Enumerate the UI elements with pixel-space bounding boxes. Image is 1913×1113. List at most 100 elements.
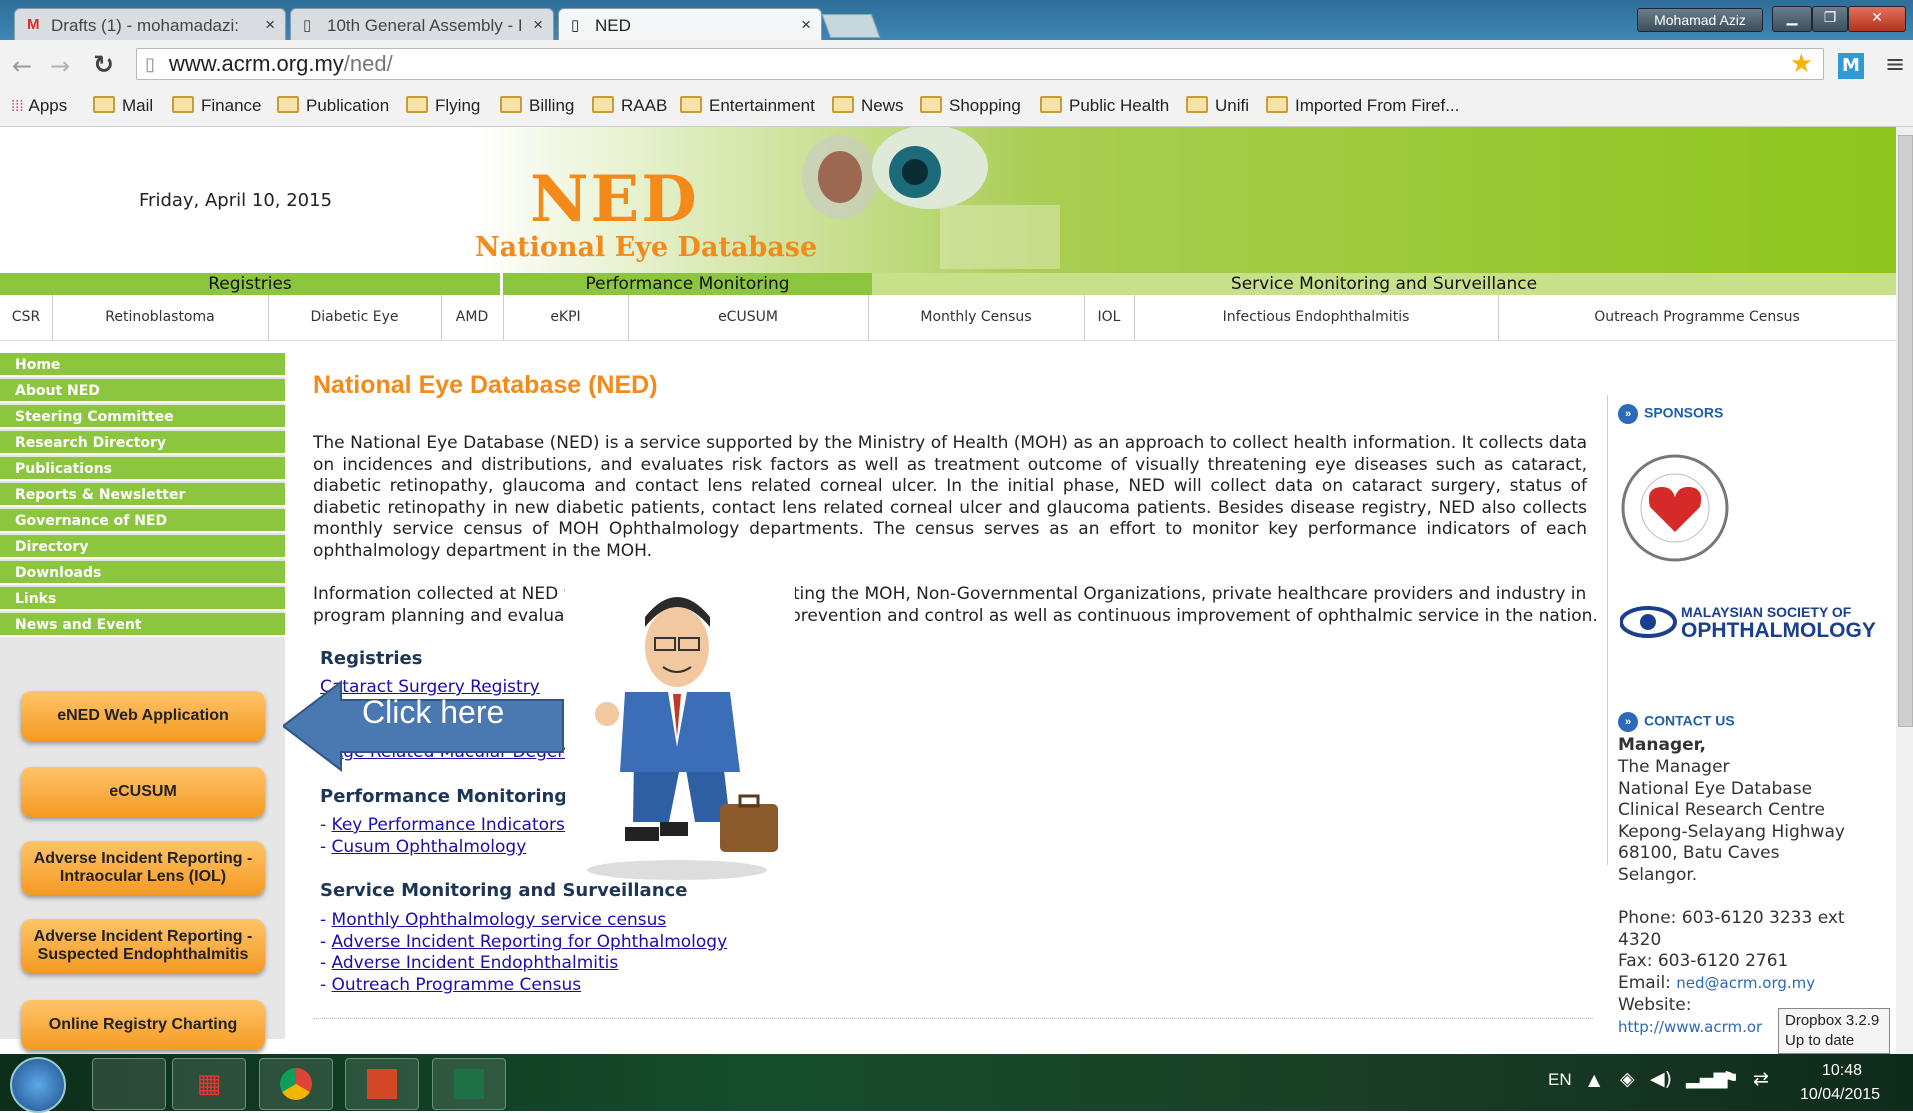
ened-web-app-button[interactable]: eNED Web Application bbox=[21, 691, 265, 741]
apps-grid-icon[interactable]: ▦ bbox=[172, 1058, 246, 1110]
star-bookmark-icon[interactable]: ★ bbox=[1790, 48, 1813, 78]
submenu-iol[interactable]: IOL bbox=[1084, 295, 1135, 340]
address-bar[interactable]: ▯ www.acrm.org.my/ned/ ★ bbox=[136, 48, 1824, 80]
nav-about-ned[interactable]: About NED bbox=[0, 379, 285, 403]
submenu-retinoblastoma[interactable]: Retinoblastoma bbox=[52, 295, 269, 340]
minimize-button[interactable]: ▁ bbox=[1772, 6, 1812, 32]
nav-links[interactable]: Links bbox=[0, 587, 285, 611]
scrollbar-thumb[interactable] bbox=[1898, 135, 1913, 727]
close-icon[interactable]: × bbox=[265, 15, 275, 35]
maximize-button[interactable]: ❐ bbox=[1812, 6, 1848, 32]
link-kpi[interactable]: - Key Performance Indicators ( bbox=[320, 815, 577, 835]
clock-date[interactable]: 10/04/2015 bbox=[1800, 1086, 1880, 1104]
submenu-monthly-census[interactable]: Monthly Census bbox=[868, 295, 1085, 340]
chevron-right-icon: » bbox=[1618, 404, 1638, 424]
online-registry-charting-button[interactable]: Online Registry Charting bbox=[21, 1000, 265, 1050]
bookmark-raab[interactable]: RAAB bbox=[592, 96, 667, 116]
tray-expand-icon[interactable]: ▲ bbox=[1588, 1070, 1600, 1089]
submenu-outreach-census[interactable]: Outreach Programme Census bbox=[1498, 295, 1896, 340]
contact-address-4: Kepong-Selayang Highway bbox=[1618, 822, 1845, 842]
bookmark-billing[interactable]: Billing bbox=[500, 96, 574, 116]
nav-reports-newsletter[interactable]: Reports & Newsletter bbox=[0, 483, 285, 507]
submenu-csr[interactable]: CSR bbox=[0, 295, 53, 340]
bookmark-finance[interactable]: Finance bbox=[172, 96, 261, 116]
link-monthly-census[interactable]: - Monthly Ophthalmology service census bbox=[320, 910, 666, 930]
menu-registries[interactable]: Registries bbox=[0, 273, 500, 295]
new-tab-button[interactable] bbox=[821, 14, 881, 38]
close-icon[interactable]: × bbox=[533, 15, 543, 35]
volume-icon[interactable]: ◀) bbox=[1650, 1068, 1672, 1090]
nav-home[interactable]: Home bbox=[0, 353, 285, 377]
nav-steering-committee[interactable]: Steering Committee bbox=[0, 405, 285, 429]
section-registries-heading: Registries bbox=[320, 648, 423, 669]
folder-icon bbox=[592, 96, 614, 113]
link-adverse-incident-ophthalmology[interactable]: - Adverse Incident Reporting for Ophthal… bbox=[320, 932, 727, 952]
link-cusum[interactable]: - Cusum Ophthalmology bbox=[320, 837, 526, 857]
windows-explorer-icon[interactable] bbox=[92, 1058, 166, 1110]
nav-publications[interactable]: Publications bbox=[0, 457, 285, 481]
forward-arrow-icon[interactable]: → bbox=[50, 52, 70, 80]
section-performance-heading: Performance Monitoring bbox=[320, 786, 568, 807]
tab-gmail[interactable]: M Drafts (1) - mohamadazi: × bbox=[14, 8, 286, 40]
sync-icon[interactable]: ⇄ bbox=[1753, 1068, 1769, 1090]
bookmark-flying[interactable]: Flying bbox=[406, 96, 480, 116]
nav-directory[interactable]: Directory bbox=[0, 535, 285, 559]
menu-service-monitoring[interactable]: Service Monitoring and Surveillance bbox=[872, 273, 1896, 295]
click-here-label[interactable]: Click here bbox=[362, 694, 504, 731]
folder-icon bbox=[406, 96, 428, 113]
language-indicator[interactable]: EN bbox=[1548, 1070, 1572, 1090]
folder-icon bbox=[93, 96, 115, 113]
clock-time[interactable]: 10:48 bbox=[1822, 1062, 1862, 1080]
reload-icon[interactable]: ↻ bbox=[93, 50, 114, 79]
ecusum-button[interactable]: eCUSUM bbox=[21, 767, 265, 817]
chrome-icon[interactable] bbox=[259, 1058, 333, 1110]
nav-research-directory[interactable]: Research Directory bbox=[0, 431, 285, 455]
bookmark-news[interactable]: News bbox=[832, 96, 904, 116]
start-button[interactable] bbox=[10, 1057, 66, 1113]
adverse-incident-iol-button[interactable]: Adverse Incident Reporting - Intraocular… bbox=[21, 841, 265, 895]
submenu-diabetic-eye[interactable]: Diabetic Eye bbox=[268, 295, 442, 340]
window-titlebar bbox=[0, 0, 1913, 40]
tab-ned[interactable]: ▯ NED × bbox=[558, 8, 822, 40]
page-icon: ▯ bbox=[571, 17, 580, 34]
mso-eye-logo-icon[interactable] bbox=[1620, 600, 1678, 640]
tab-general-assembly[interactable]: ▯ 10th General Assembly - I × bbox=[290, 8, 554, 40]
powerpoint-icon[interactable] bbox=[345, 1058, 419, 1110]
bookmark-unifi[interactable]: Unifi bbox=[1186, 96, 1249, 116]
info-para-left-2: program planning and evaluatic bbox=[313, 606, 586, 626]
bookmark-mail[interactable]: Mail bbox=[93, 96, 153, 116]
info-para-right-2: prevention and control as well as contin… bbox=[790, 606, 1598, 626]
submenu-infectious-endophthalmitis[interactable]: Infectious Endophthalmitis bbox=[1134, 295, 1499, 340]
bookmark-apps[interactable]: ⁞⁞⁞ Apps bbox=[11, 96, 67, 116]
adverse-incident-endophthalmitis-button[interactable]: Adverse Incident Reporting - Suspected E… bbox=[21, 919, 265, 973]
submenu-amd[interactable]: AMD bbox=[441, 295, 504, 340]
close-window-button[interactable]: ✕ bbox=[1848, 6, 1906, 32]
link-outreach-census[interactable]: - Outreach Programme Census bbox=[320, 975, 581, 995]
bookmark-imported[interactable]: Imported From Firef... bbox=[1266, 96, 1459, 116]
logo-ned[interactable]: NED bbox=[530, 162, 699, 237]
nav-governance[interactable]: Governance of NED bbox=[0, 509, 285, 533]
back-arrow-icon[interactable]: ← bbox=[12, 52, 32, 80]
tray-dropbox-icon[interactable]: ◈ bbox=[1620, 1068, 1635, 1090]
bookmarks-bar: ⁞⁞⁞ Apps Mail Finance Publication Flying … bbox=[0, 86, 1913, 127]
submenu-ecusum[interactable]: eCUSUM bbox=[628, 295, 869, 340]
link-adverse-endophthalmitis[interactable]: - Adverse Incident Endophthalmitis bbox=[320, 953, 618, 973]
bookmark-publication[interactable]: Publication bbox=[277, 96, 389, 116]
nav-news-event[interactable]: News and Event bbox=[0, 613, 285, 637]
bookmark-entertainment[interactable]: Entertainment bbox=[680, 96, 815, 116]
top-menu: Registries Performance Monitoring Servic… bbox=[0, 273, 1896, 295]
excel-icon[interactable] bbox=[432, 1058, 506, 1110]
submenu-ekpi[interactable]: eKPI bbox=[503, 295, 629, 340]
kkm-logo-icon[interactable] bbox=[1620, 452, 1730, 564]
nav-downloads[interactable]: Downloads bbox=[0, 561, 285, 585]
menu-performance-monitoring[interactable]: Performance Monitoring bbox=[500, 273, 872, 295]
menu-hamburger-icon[interactable]: ≡ bbox=[1885, 50, 1905, 78]
user-profile-button[interactable]: Mohamad Aziz bbox=[1637, 8, 1763, 32]
folder-icon bbox=[680, 96, 702, 113]
close-icon[interactable]: × bbox=[801, 15, 811, 35]
bookmark-shopping[interactable]: Shopping bbox=[920, 96, 1021, 116]
bookmark-public-health[interactable]: Public Health bbox=[1040, 96, 1169, 116]
email-link[interactable]: ned@acrm.org.my bbox=[1676, 974, 1815, 992]
flag-icon[interactable]: ⚑ bbox=[1722, 1068, 1739, 1090]
extension-icon[interactable]: M bbox=[1838, 53, 1864, 79]
